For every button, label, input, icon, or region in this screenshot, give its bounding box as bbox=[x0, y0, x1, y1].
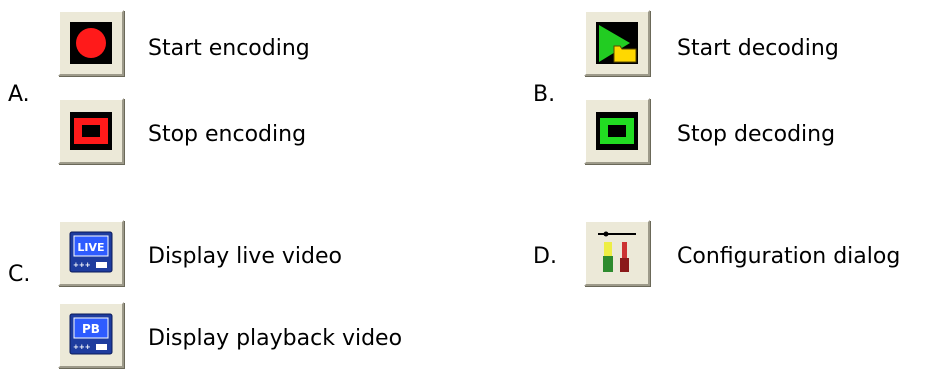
display-playback-video-button[interactable]: PB +++ bbox=[58, 302, 124, 368]
start-decoding-label: Start decoding bbox=[677, 36, 839, 61]
display-live-video-label: Display live video bbox=[148, 244, 342, 269]
group-letter-a: A. bbox=[8, 82, 30, 107]
live-badge-text: LIVE bbox=[77, 241, 104, 254]
stop-decoding-label: Stop decoding bbox=[677, 122, 836, 147]
playback-badge-text: PB bbox=[82, 322, 100, 336]
stop-encoding-icon bbox=[70, 112, 112, 150]
stop-decoding-icon bbox=[596, 112, 638, 150]
stop-encoding-button[interactable] bbox=[58, 98, 124, 164]
display-live-video-button[interactable]: LIVE +++ bbox=[58, 220, 124, 286]
live-icon: LIVE +++ bbox=[69, 231, 113, 273]
playback-icon: PB +++ bbox=[69, 313, 113, 355]
group-letter-c: C. bbox=[8, 262, 31, 287]
group-letter-b: B. bbox=[533, 82, 556, 107]
configuration-dialog-button[interactable] bbox=[584, 220, 650, 286]
record-icon bbox=[70, 22, 112, 64]
start-encoding-button[interactable] bbox=[58, 10, 124, 76]
configuration-dialog-label: Configuration dialog bbox=[677, 244, 901, 269]
stop-encoding-label: Stop encoding bbox=[148, 122, 307, 147]
svg-text:+++: +++ bbox=[73, 261, 91, 269]
stop-decoding-button[interactable] bbox=[584, 98, 650, 164]
svg-text:+++: +++ bbox=[73, 343, 91, 351]
tools-icon bbox=[598, 231, 636, 272]
play-folder-icon bbox=[596, 22, 638, 64]
start-decoding-button[interactable] bbox=[584, 10, 650, 76]
group-letter-d: D. bbox=[533, 244, 557, 269]
start-encoding-label: Start encoding bbox=[148, 36, 310, 61]
display-playback-video-label: Display playback video bbox=[148, 326, 403, 351]
